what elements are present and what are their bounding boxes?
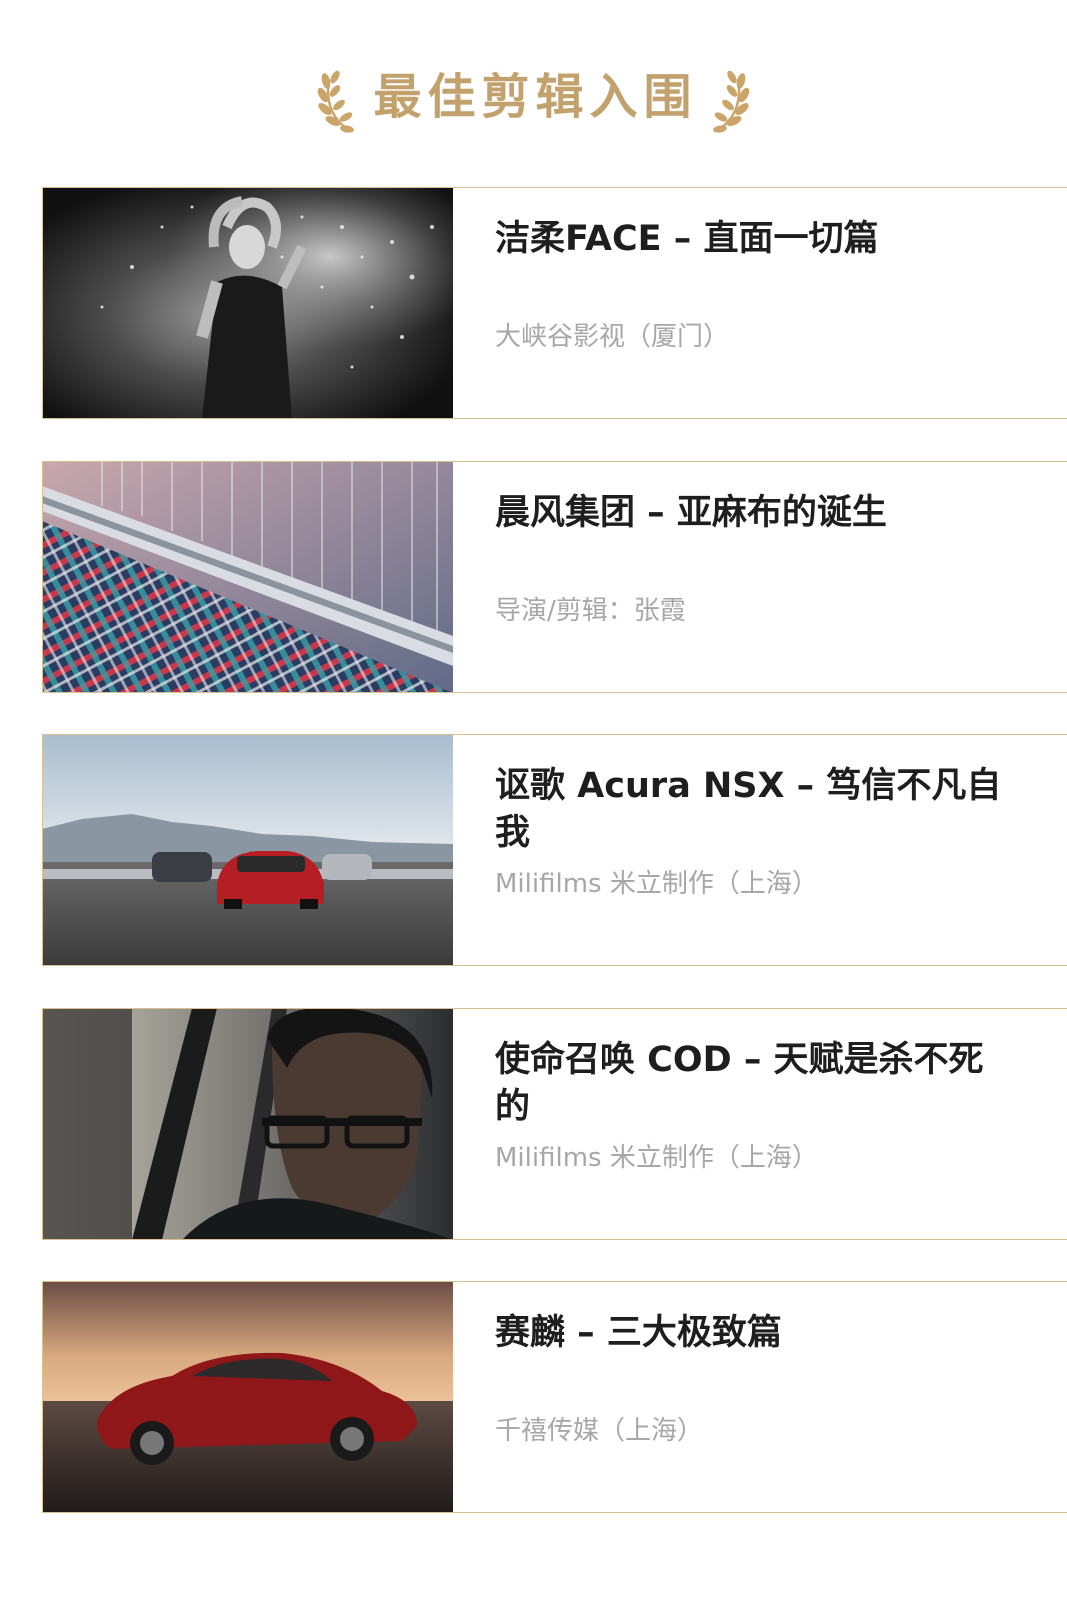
nominee-info: 使命召唤 COD – 天赋是杀不死的 Milifilms 米立制作（上海）	[495, 1009, 1010, 1239]
nominee-title[interactable]: 晨风集团 – 亚麻布的诞生	[495, 490, 1010, 537]
nominee-thumbnail[interactable]	[43, 1282, 453, 1512]
nominee-card[interactable]: 使命召唤 COD – 天赋是杀不死的 Milifilms 米立制作（上海）	[42, 1008, 1067, 1240]
nominee-info: 赛麟 – 三大极致篇 千禧传媒（上海）	[495, 1282, 1010, 1512]
nominee-card[interactable]: 讴歌 Acura NSX – 笃信不凡自我 Milifilms 米立制作（上海）	[42, 734, 1067, 966]
nominee-thumbnail[interactable]	[43, 1009, 453, 1239]
nominee-info: 洁柔FACE – 直面一切篇 大峡谷影视（厦门）	[495, 188, 1010, 418]
nominee-title[interactable]: 洁柔FACE – 直面一切篇	[495, 216, 1010, 263]
nominee-info: 讴歌 Acura NSX – 笃信不凡自我 Milifilms 米立制作（上海）	[495, 735, 1010, 965]
page-title: 最佳剪辑入围	[373, 69, 698, 125]
nominee-info: 晨风集团 – 亚麻布的诞生 导演/剪辑：张霞	[495, 462, 1010, 692]
nominee-studio: 千禧传媒（上海）	[495, 1416, 704, 1446]
nominee-thumbnail[interactable]	[43, 735, 453, 965]
nominee-title[interactable]: 使命召唤 COD – 天赋是杀不死的	[495, 1037, 1010, 1131]
nominee-title[interactable]: 赛麟 – 三大极致篇	[495, 1310, 1010, 1357]
nominee-card[interactable]: 晨风集团 – 亚麻布的诞生 导演/剪辑：张霞	[42, 461, 1067, 693]
nominee-title[interactable]: 讴歌 Acura NSX – 笃信不凡自我	[495, 763, 1010, 857]
nominee-studio: 大峡谷影视（厦门）	[495, 322, 730, 352]
nominee-card[interactable]: 赛麟 – 三大极致篇 千禧传媒（上海）	[42, 1281, 1067, 1513]
nominee-thumbnail[interactable]	[43, 462, 453, 692]
nominee-thumbnail[interactable]	[43, 188, 453, 418]
nominee-studio: Milifilms 米立制作（上海）	[495, 1143, 818, 1173]
laurel-wreath-icon	[712, 70, 749, 133]
nominee-card[interactable]: 洁柔FACE – 直面一切篇 大峡谷影视（厦门）	[42, 187, 1067, 419]
laurel-wreath-icon	[318, 70, 355, 133]
nominee-studio: 导演/剪辑：张霞	[495, 596, 686, 626]
page-header: 最佳剪辑入围	[0, 52, 1067, 142]
nominee-studio: Milifilms 米立制作（上海）	[495, 869, 818, 899]
